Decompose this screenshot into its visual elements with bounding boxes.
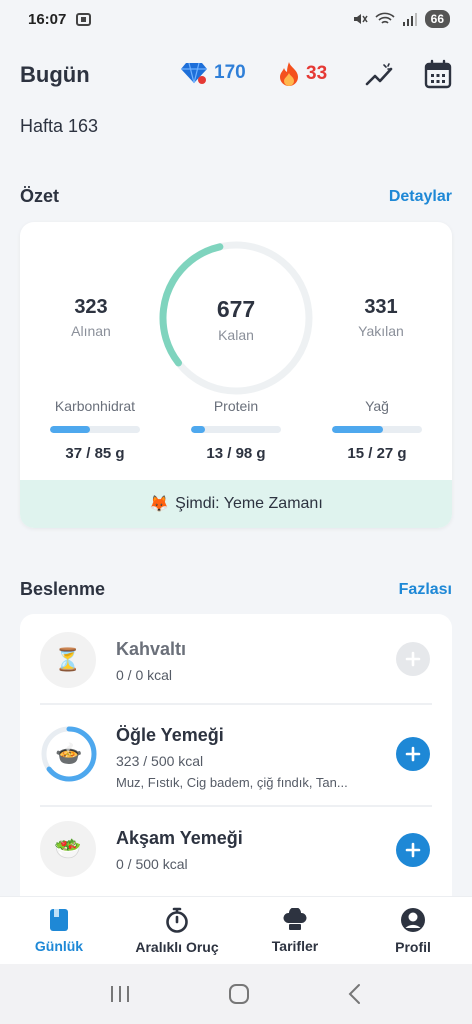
meal-name: Akşam Yemeği xyxy=(116,828,243,848)
mute-icon xyxy=(353,14,368,24)
page-title: Bugün xyxy=(20,62,90,87)
gems-counter[interactable]: 170 xyxy=(180,61,246,85)
more-link[interactable]: Fazlası xyxy=(399,581,452,599)
banner-text: Şimdi: Yeme Zamanı xyxy=(175,495,323,512)
tab-recipes[interactable]: Tarifler xyxy=(236,897,354,964)
fire-icon xyxy=(280,62,298,86)
carbs-label: Karbonhidrat xyxy=(54,398,136,414)
add-lunch-button[interactable] xyxy=(396,737,430,771)
lunch-bowl-icon: 🍲 xyxy=(55,741,83,766)
hourglass-icon: ⏳ xyxy=(40,632,96,688)
meal-kcal: 0 / 0 kcal xyxy=(116,667,173,683)
fat-bar xyxy=(332,426,422,433)
burned-value: 331 xyxy=(364,296,398,318)
remaining-block: 677 Kalan xyxy=(186,296,286,343)
protein-value: 13 / 98 g xyxy=(206,445,266,462)
trend-icon[interactable] xyxy=(364,60,394,90)
home-icon[interactable] xyxy=(228,983,250,1005)
eaten-value: 323 xyxy=(74,296,108,318)
carbs-bar xyxy=(50,426,140,433)
tab-profile[interactable]: Profil xyxy=(354,897,472,964)
carbs-value: 37 / 85 g xyxy=(65,445,125,462)
wifi-icon xyxy=(375,12,395,24)
system-nav-bar xyxy=(0,964,472,1024)
bottom-nav: Günlük Aralıklı Oruç Tarifler Profil xyxy=(0,896,472,964)
status-bar: 16:07 66 xyxy=(0,0,472,38)
status-icons: 66 xyxy=(352,10,450,28)
meals-list: ⏳ Kahvaltı 0 / 0 kcal 🍲 Öğle Yemeği 323 … xyxy=(20,614,452,904)
details-link[interactable]: Detaylar xyxy=(389,188,452,206)
protein-label: Protein xyxy=(213,398,259,414)
meal-kcal: 323 / 500 kcal xyxy=(116,753,204,769)
gems-value: 170 xyxy=(214,62,246,83)
fat-bar-fill xyxy=(332,426,384,433)
summary-card[interactable]: 323 Alınan 677 Kalan 331 Yakılan Karbonh… xyxy=(20,222,452,528)
burned-block: 331 Yakılan xyxy=(338,296,424,339)
stopwatch-icon xyxy=(166,907,188,933)
fat-value: 15 / 27 g xyxy=(347,445,407,462)
tab-recipes-label: Tarifler xyxy=(271,937,319,954)
plus-icon xyxy=(405,651,421,667)
status-time: 16:07 xyxy=(28,10,67,28)
burned-label: Yakılan xyxy=(358,323,404,339)
tab-daily[interactable]: Günlük xyxy=(0,897,118,964)
back-icon[interactable] xyxy=(347,983,363,1005)
chef-hat-icon xyxy=(283,907,307,930)
gem-icon xyxy=(181,62,207,84)
meal-row-dinner[interactable]: 🥗 Akşam Yemeği 0 / 500 kcal xyxy=(20,807,452,897)
plus-icon xyxy=(405,746,421,762)
meal-name: Kahvaltı xyxy=(116,639,187,659)
add-breakfast-button[interactable] xyxy=(396,642,430,676)
eaten-label: Alınan xyxy=(71,323,111,339)
nutrition-title: Beslenme xyxy=(20,579,106,599)
add-dinner-button[interactable] xyxy=(396,833,430,867)
meal-kcal: 0 / 500 kcal xyxy=(116,856,188,872)
fat-macro: Yağ 15 / 27 g xyxy=(327,398,427,462)
carbs-macro: Karbonhidrat 37 / 85 g xyxy=(45,398,145,462)
profile-icon xyxy=(401,907,425,932)
meal-row-lunch[interactable]: 🍲 Öğle Yemeği 323 / 500 kcal Muz, Fıstık… xyxy=(20,705,452,805)
protein-bar xyxy=(191,426,281,433)
streak-value: 33 xyxy=(306,63,328,84)
eaten-block: 323 Alınan xyxy=(48,296,134,339)
calendar-icon[interactable] xyxy=(424,59,452,89)
fat-label: Yağ xyxy=(365,398,389,414)
summary-section-header: Özet Detaylar xyxy=(20,186,452,207)
streak-counter[interactable]: 33 xyxy=(278,61,327,87)
tab-daily-label: Günlük xyxy=(34,937,84,954)
fox-icon: 🦊 xyxy=(149,496,170,513)
recents-icon[interactable] xyxy=(109,984,131,1004)
tab-profile-label: Profil xyxy=(395,938,431,955)
tab-fasting-label: Aralıklı Oruç xyxy=(135,938,219,955)
remaining-value: 677 xyxy=(216,296,256,322)
battery-level: 66 xyxy=(424,10,450,28)
tab-intermittent-fasting[interactable]: Aralıklı Oruç xyxy=(118,897,236,964)
eating-time-banner[interactable]: 🦊 Şimdi: Yeme Zamanı xyxy=(20,480,452,528)
protein-macro: Protein 13 / 98 g xyxy=(186,398,286,462)
meal-foods: Muz, Fıstık, Cig badem, çiğ fındık, Tan.… xyxy=(116,775,348,790)
nutrition-section-header: Beslenme Fazlası xyxy=(20,579,452,600)
carbs-bar-fill xyxy=(50,426,90,433)
plus-icon xyxy=(405,842,421,858)
app-header: Bugün 170 33 xyxy=(20,52,452,98)
signal-icon xyxy=(402,13,417,26)
meal-row-breakfast[interactable]: ⏳ Kahvaltı 0 / 0 kcal xyxy=(20,614,452,704)
screen-record-icon xyxy=(76,12,92,26)
summary-title: Özet xyxy=(20,186,60,206)
week-label: Hafta 163 xyxy=(20,116,99,136)
diary-icon xyxy=(50,908,68,931)
salad-icon: 🥗 xyxy=(40,821,96,877)
remaining-label: Kalan xyxy=(218,327,254,343)
meal-name: Öğle Yemeği xyxy=(116,725,224,745)
protein-bar-fill xyxy=(191,426,205,433)
